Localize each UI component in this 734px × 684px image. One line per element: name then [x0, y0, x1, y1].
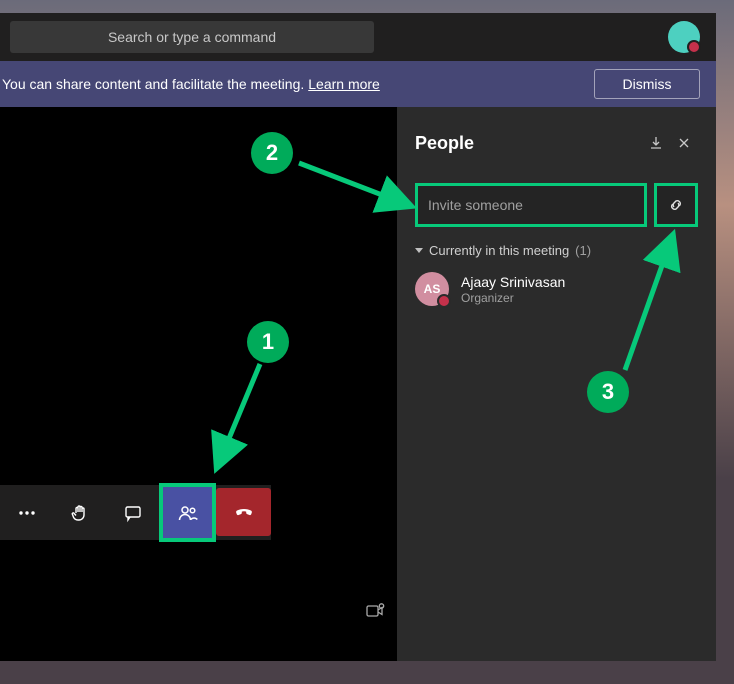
info-banner: You can share content and facilitate the…	[0, 61, 716, 107]
annotation-badge-2: 2	[251, 132, 293, 174]
invite-row	[415, 183, 698, 227]
invite-someone-input[interactable]	[428, 197, 634, 213]
annotation-badge-3: 3	[587, 371, 629, 413]
download-icon	[648, 135, 664, 151]
close-panel-button[interactable]	[670, 129, 698, 157]
section-count: (1)	[575, 243, 591, 258]
annotation-arrow-3	[615, 235, 685, 375]
raise-hand-button[interactable]	[53, 485, 106, 540]
panel-title: People	[415, 133, 642, 154]
link-icon	[667, 196, 685, 214]
hang-up-icon	[232, 500, 256, 524]
show-participants-button[interactable]	[159, 483, 216, 542]
caret-down-icon	[415, 248, 423, 253]
participant-name: Ajaay Srinivasan	[461, 274, 565, 290]
title-bar: Search or type a command	[0, 13, 716, 61]
annotation-arrow-2	[295, 155, 415, 215]
user-avatar[interactable]	[668, 21, 700, 53]
section-label: Currently in this meeting	[429, 243, 569, 258]
people-icon	[177, 502, 199, 524]
search-placeholder-text: Search or type a command	[108, 29, 276, 45]
banner-text: You can share content and facilitate the…	[2, 76, 304, 92]
meeting-toolbar	[0, 485, 271, 540]
invite-input-wrapper	[415, 183, 647, 227]
raise-hand-icon	[70, 503, 90, 523]
dismiss-button[interactable]: Dismiss	[594, 69, 700, 99]
participant-role: Organizer	[461, 291, 565, 305]
annotation-badge-1: 1	[247, 321, 289, 363]
more-actions-button[interactable]	[0, 485, 53, 540]
close-icon	[677, 136, 691, 150]
learn-more-link[interactable]: Learn more	[308, 76, 380, 92]
chat-button[interactable]	[106, 485, 159, 540]
command-search-box[interactable]: Search or type a command	[10, 21, 374, 53]
leave-call-button[interactable]	[216, 488, 271, 536]
people-panel: People Currently in this meeting	[397, 107, 716, 661]
more-icon	[17, 503, 37, 523]
panel-header: People	[415, 129, 698, 157]
copy-invite-link-button[interactable]	[654, 183, 698, 227]
teams-app-window: Search or type a command You can share c…	[0, 13, 716, 661]
participant-avatar: AS	[415, 272, 449, 306]
download-attendance-button[interactable]	[642, 129, 670, 157]
content-camera-icon	[365, 601, 385, 621]
annotation-arrow-1	[205, 360, 275, 475]
chat-icon	[123, 503, 143, 523]
